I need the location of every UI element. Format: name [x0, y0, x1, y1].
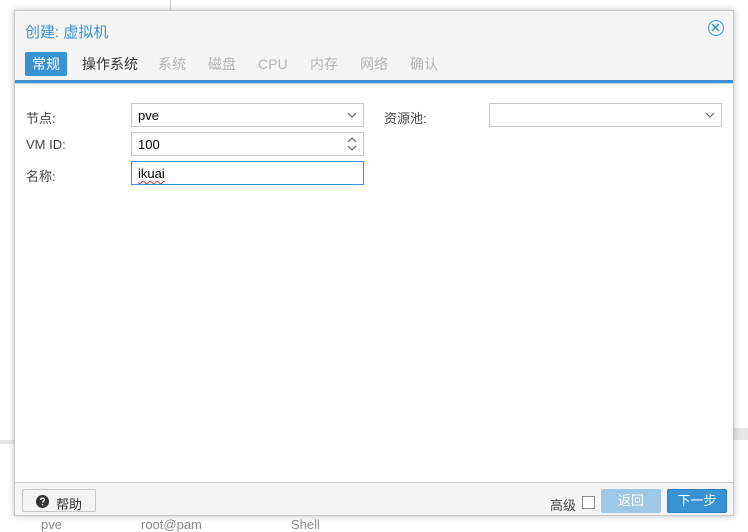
- vmid-value: 100: [138, 137, 160, 152]
- question-circle-icon: [36, 495, 49, 508]
- tab-network[interactable]: 网络: [353, 52, 395, 76]
- name-label: 名称:: [26, 169, 56, 184]
- help-button[interactable]: 帮助: [22, 489, 96, 512]
- background-strip: [0, 440, 14, 444]
- general-form-panel: 节点: pve VM ID: 100 名称: ikuai 资源池:: [15, 83, 733, 483]
- dialog-footer: 帮助 高级 返回 下一步: [15, 483, 733, 516]
- tab-memory[interactable]: 内存: [303, 52, 345, 76]
- tab-cpu[interactable]: CPU: [251, 52, 295, 76]
- pool-select[interactable]: [489, 103, 722, 127]
- pool-label: 资源池:: [384, 111, 427, 126]
- chevron-down-icon[interactable]: [347, 111, 357, 119]
- node-select-value: pve: [138, 108, 159, 123]
- close-icon: [711, 23, 720, 32]
- node-label: 节点:: [26, 111, 56, 126]
- tab-general[interactable]: 常规: [25, 52, 67, 76]
- tab-confirm[interactable]: 确认: [403, 52, 445, 76]
- back-button[interactable]: 返回: [601, 489, 661, 513]
- advanced-label: 高级: [550, 498, 577, 513]
- next-button[interactable]: 下一步: [667, 489, 727, 513]
- tab-disks[interactable]: 磁盘: [201, 52, 243, 76]
- vmid-spinner-field[interactable]: 100: [131, 132, 364, 156]
- dialog-title: 创建: 虚拟机: [25, 24, 109, 41]
- name-input-value: ikuai: [138, 166, 165, 181]
- tab-os[interactable]: 操作系统: [75, 52, 145, 76]
- close-button[interactable]: [708, 20, 724, 36]
- background-strip: [734, 428, 748, 440]
- node-select[interactable]: pve: [131, 103, 364, 127]
- chevron-down-icon[interactable]: [705, 111, 715, 119]
- vmid-label: VM ID:: [26, 137, 66, 152]
- help-button-label: 帮助: [56, 497, 83, 512]
- spinner-arrows-icon[interactable]: [347, 136, 357, 152]
- dialog-title-bar[interactable]: 创建: 虚拟机: [15, 11, 733, 47]
- create-vm-dialog: 创建: 虚拟机 常规 操作系统 系统 磁盘 CPU 内存 网络 确认 节点: p…: [14, 10, 734, 516]
- tab-system[interactable]: 系统: [151, 52, 193, 76]
- name-input[interactable]: ikuai: [131, 161, 364, 185]
- advanced-checkbox[interactable]: [582, 496, 595, 509]
